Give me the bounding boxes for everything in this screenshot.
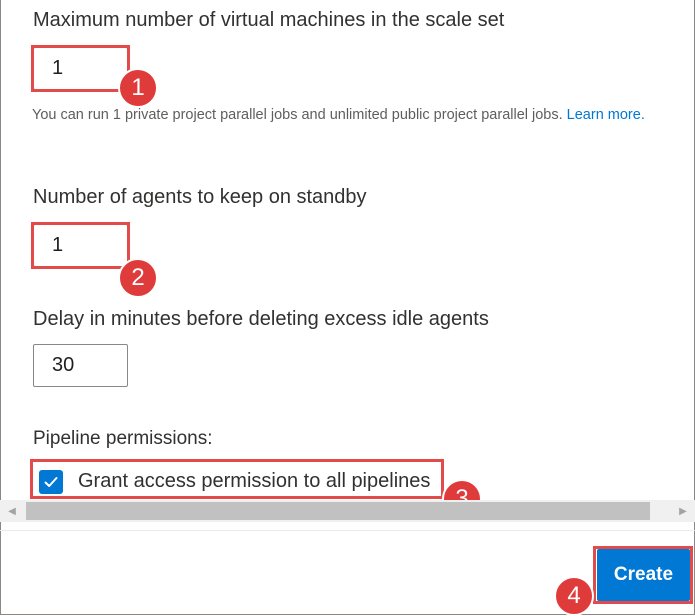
parallel-jobs-help-text: You can run 1 private project parallel j… — [32, 107, 563, 123]
max-vms-input[interactable]: 1 — [33, 47, 128, 90]
parallel-jobs-help: You can run 1 private project parallel j… — [32, 104, 692, 126]
scroll-right-icon[interactable]: ▶ — [673, 500, 693, 522]
grant-access-label[interactable]: Grant access permission to all pipelines — [78, 470, 430, 493]
annotation-badge-4: 4 — [554, 576, 594, 616]
learn-more-link[interactable]: Learn more. — [567, 107, 645, 123]
horizontal-scrollbar[interactable]: ◀ ▶ — [0, 500, 695, 522]
footer-divider — [0, 530, 695, 531]
max-vms-label: Maximum number of virtual machines in th… — [33, 9, 505, 31]
create-button[interactable]: Create — [597, 549, 690, 601]
grant-access-checkbox[interactable] — [39, 470, 63, 494]
scroll-left-icon[interactable]: ◀ — [2, 500, 22, 522]
annotation-badge-2: 2 — [118, 258, 158, 298]
checkmark-icon — [44, 477, 58, 487]
delay-input[interactable]: 30 — [33, 344, 128, 387]
standby-input[interactable]: 1 — [33, 224, 128, 267]
standby-label: Number of agents to keep on standby — [33, 186, 367, 208]
scroll-thumb[interactable] — [26, 502, 650, 520]
annotation-badge-1: 1 — [118, 68, 158, 108]
delay-label: Delay in minutes before deleting excess … — [33, 308, 489, 330]
pipeline-permissions-label: Pipeline permissions: — [33, 428, 213, 449]
